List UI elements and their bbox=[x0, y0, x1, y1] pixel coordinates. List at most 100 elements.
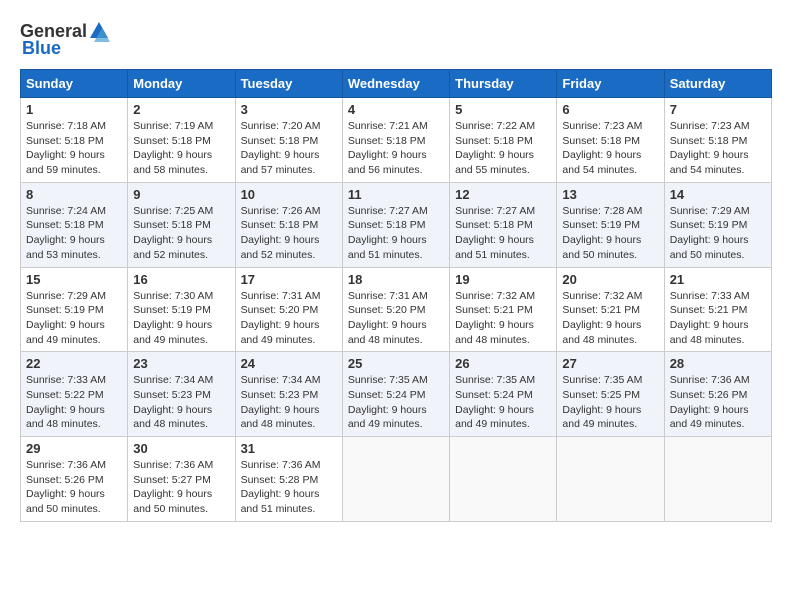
day-info: Sunrise: 7:22 AM Sunset: 5:18 PM Dayligh… bbox=[455, 119, 551, 178]
day-number: 1 bbox=[26, 102, 122, 117]
day-number: 3 bbox=[241, 102, 337, 117]
calendar-cell: 20 Sunrise: 7:32 AM Sunset: 5:21 PM Dayl… bbox=[557, 267, 664, 352]
day-info: Sunrise: 7:19 AM Sunset: 5:18 PM Dayligh… bbox=[133, 119, 229, 178]
calendar-cell: 11 Sunrise: 7:27 AM Sunset: 5:18 PM Dayl… bbox=[342, 182, 449, 267]
day-number: 21 bbox=[670, 272, 766, 287]
day-number: 10 bbox=[241, 187, 337, 202]
calendar-cell: 28 Sunrise: 7:36 AM Sunset: 5:26 PM Dayl… bbox=[664, 352, 771, 437]
day-info: Sunrise: 7:34 AM Sunset: 5:23 PM Dayligh… bbox=[133, 373, 229, 432]
calendar-cell: 9 Sunrise: 7:25 AM Sunset: 5:18 PM Dayli… bbox=[128, 182, 235, 267]
day-number: 15 bbox=[26, 272, 122, 287]
logo-blue-text: Blue bbox=[22, 38, 61, 59]
day-info: Sunrise: 7:21 AM Sunset: 5:18 PM Dayligh… bbox=[348, 119, 444, 178]
calendar-header-row: SundayMondayTuesdayWednesdayThursdayFrid… bbox=[21, 70, 772, 98]
day-info: Sunrise: 7:18 AM Sunset: 5:18 PM Dayligh… bbox=[26, 119, 122, 178]
day-number: 31 bbox=[241, 441, 337, 456]
calendar-cell bbox=[557, 437, 664, 522]
calendar-cell: 7 Sunrise: 7:23 AM Sunset: 5:18 PM Dayli… bbox=[664, 98, 771, 183]
day-info: Sunrise: 7:31 AM Sunset: 5:20 PM Dayligh… bbox=[348, 289, 444, 348]
day-number: 14 bbox=[670, 187, 766, 202]
day-info: Sunrise: 7:35 AM Sunset: 5:25 PM Dayligh… bbox=[562, 373, 658, 432]
day-info: Sunrise: 7:33 AM Sunset: 5:21 PM Dayligh… bbox=[670, 289, 766, 348]
calendar-cell: 1 Sunrise: 7:18 AM Sunset: 5:18 PM Dayli… bbox=[21, 98, 128, 183]
calendar-cell: 17 Sunrise: 7:31 AM Sunset: 5:20 PM Dayl… bbox=[235, 267, 342, 352]
day-info: Sunrise: 7:36 AM Sunset: 5:28 PM Dayligh… bbox=[241, 458, 337, 517]
logo: General Blue bbox=[20, 20, 111, 59]
day-number: 17 bbox=[241, 272, 337, 287]
day-number: 2 bbox=[133, 102, 229, 117]
logo-icon bbox=[88, 20, 110, 42]
calendar-cell: 5 Sunrise: 7:22 AM Sunset: 5:18 PM Dayli… bbox=[450, 98, 557, 183]
calendar-week-4: 22 Sunrise: 7:33 AM Sunset: 5:22 PM Dayl… bbox=[21, 352, 772, 437]
day-number: 25 bbox=[348, 356, 444, 371]
day-number: 24 bbox=[241, 356, 337, 371]
day-number: 4 bbox=[348, 102, 444, 117]
calendar-cell: 8 Sunrise: 7:24 AM Sunset: 5:18 PM Dayli… bbox=[21, 182, 128, 267]
day-info: Sunrise: 7:20 AM Sunset: 5:18 PM Dayligh… bbox=[241, 119, 337, 178]
day-number: 5 bbox=[455, 102, 551, 117]
day-number: 16 bbox=[133, 272, 229, 287]
day-number: 30 bbox=[133, 441, 229, 456]
day-info: Sunrise: 7:25 AM Sunset: 5:18 PM Dayligh… bbox=[133, 204, 229, 263]
day-info: Sunrise: 7:32 AM Sunset: 5:21 PM Dayligh… bbox=[455, 289, 551, 348]
day-info: Sunrise: 7:27 AM Sunset: 5:18 PM Dayligh… bbox=[455, 204, 551, 263]
calendar-cell: 12 Sunrise: 7:27 AM Sunset: 5:18 PM Dayl… bbox=[450, 182, 557, 267]
day-number: 19 bbox=[455, 272, 551, 287]
calendar-header-sunday: Sunday bbox=[21, 70, 128, 98]
header: General Blue bbox=[20, 20, 772, 59]
calendar-cell: 14 Sunrise: 7:29 AM Sunset: 5:19 PM Dayl… bbox=[664, 182, 771, 267]
day-number: 22 bbox=[26, 356, 122, 371]
day-number: 26 bbox=[455, 356, 551, 371]
day-number: 11 bbox=[348, 187, 444, 202]
calendar-header-friday: Friday bbox=[557, 70, 664, 98]
calendar-header-monday: Monday bbox=[128, 70, 235, 98]
calendar-cell: 4 Sunrise: 7:21 AM Sunset: 5:18 PM Dayli… bbox=[342, 98, 449, 183]
day-info: Sunrise: 7:23 AM Sunset: 5:18 PM Dayligh… bbox=[562, 119, 658, 178]
day-info: Sunrise: 7:29 AM Sunset: 5:19 PM Dayligh… bbox=[670, 204, 766, 263]
calendar-cell: 13 Sunrise: 7:28 AM Sunset: 5:19 PM Dayl… bbox=[557, 182, 664, 267]
calendar-cell: 21 Sunrise: 7:33 AM Sunset: 5:21 PM Dayl… bbox=[664, 267, 771, 352]
day-number: 28 bbox=[670, 356, 766, 371]
day-info: Sunrise: 7:35 AM Sunset: 5:24 PM Dayligh… bbox=[455, 373, 551, 432]
day-number: 23 bbox=[133, 356, 229, 371]
calendar-cell: 23 Sunrise: 7:34 AM Sunset: 5:23 PM Dayl… bbox=[128, 352, 235, 437]
calendar-cell: 19 Sunrise: 7:32 AM Sunset: 5:21 PM Dayl… bbox=[450, 267, 557, 352]
calendar-week-1: 1 Sunrise: 7:18 AM Sunset: 5:18 PM Dayli… bbox=[21, 98, 772, 183]
calendar-week-5: 29 Sunrise: 7:36 AM Sunset: 5:26 PM Dayl… bbox=[21, 437, 772, 522]
day-number: 13 bbox=[562, 187, 658, 202]
calendar-week-3: 15 Sunrise: 7:29 AM Sunset: 5:19 PM Dayl… bbox=[21, 267, 772, 352]
calendar-cell: 18 Sunrise: 7:31 AM Sunset: 5:20 PM Dayl… bbox=[342, 267, 449, 352]
calendar-cell: 24 Sunrise: 7:34 AM Sunset: 5:23 PM Dayl… bbox=[235, 352, 342, 437]
day-info: Sunrise: 7:23 AM Sunset: 5:18 PM Dayligh… bbox=[670, 119, 766, 178]
day-info: Sunrise: 7:27 AM Sunset: 5:18 PM Dayligh… bbox=[348, 204, 444, 263]
calendar-cell: 16 Sunrise: 7:30 AM Sunset: 5:19 PM Dayl… bbox=[128, 267, 235, 352]
day-info: Sunrise: 7:30 AM Sunset: 5:19 PM Dayligh… bbox=[133, 289, 229, 348]
calendar-cell: 31 Sunrise: 7:36 AM Sunset: 5:28 PM Dayl… bbox=[235, 437, 342, 522]
day-info: Sunrise: 7:24 AM Sunset: 5:18 PM Dayligh… bbox=[26, 204, 122, 263]
calendar-cell: 3 Sunrise: 7:20 AM Sunset: 5:18 PM Dayli… bbox=[235, 98, 342, 183]
day-number: 6 bbox=[562, 102, 658, 117]
day-number: 27 bbox=[562, 356, 658, 371]
calendar-cell bbox=[342, 437, 449, 522]
calendar-cell bbox=[664, 437, 771, 522]
calendar-header-wednesday: Wednesday bbox=[342, 70, 449, 98]
calendar-cell: 2 Sunrise: 7:19 AM Sunset: 5:18 PM Dayli… bbox=[128, 98, 235, 183]
day-info: Sunrise: 7:31 AM Sunset: 5:20 PM Dayligh… bbox=[241, 289, 337, 348]
day-info: Sunrise: 7:28 AM Sunset: 5:19 PM Dayligh… bbox=[562, 204, 658, 263]
day-number: 20 bbox=[562, 272, 658, 287]
calendar-cell: 25 Sunrise: 7:35 AM Sunset: 5:24 PM Dayl… bbox=[342, 352, 449, 437]
day-number: 12 bbox=[455, 187, 551, 202]
calendar-cell: 10 Sunrise: 7:26 AM Sunset: 5:18 PM Dayl… bbox=[235, 182, 342, 267]
day-info: Sunrise: 7:32 AM Sunset: 5:21 PM Dayligh… bbox=[562, 289, 658, 348]
day-info: Sunrise: 7:36 AM Sunset: 5:26 PM Dayligh… bbox=[26, 458, 122, 517]
calendar-header-thursday: Thursday bbox=[450, 70, 557, 98]
calendar-cell: 30 Sunrise: 7:36 AM Sunset: 5:27 PM Dayl… bbox=[128, 437, 235, 522]
day-number: 29 bbox=[26, 441, 122, 456]
day-number: 9 bbox=[133, 187, 229, 202]
day-info: Sunrise: 7:36 AM Sunset: 5:26 PM Dayligh… bbox=[670, 373, 766, 432]
day-number: 8 bbox=[26, 187, 122, 202]
day-info: Sunrise: 7:26 AM Sunset: 5:18 PM Dayligh… bbox=[241, 204, 337, 263]
calendar-week-2: 8 Sunrise: 7:24 AM Sunset: 5:18 PM Dayli… bbox=[21, 182, 772, 267]
calendar-header-saturday: Saturday bbox=[664, 70, 771, 98]
calendar-cell: 29 Sunrise: 7:36 AM Sunset: 5:26 PM Dayl… bbox=[21, 437, 128, 522]
